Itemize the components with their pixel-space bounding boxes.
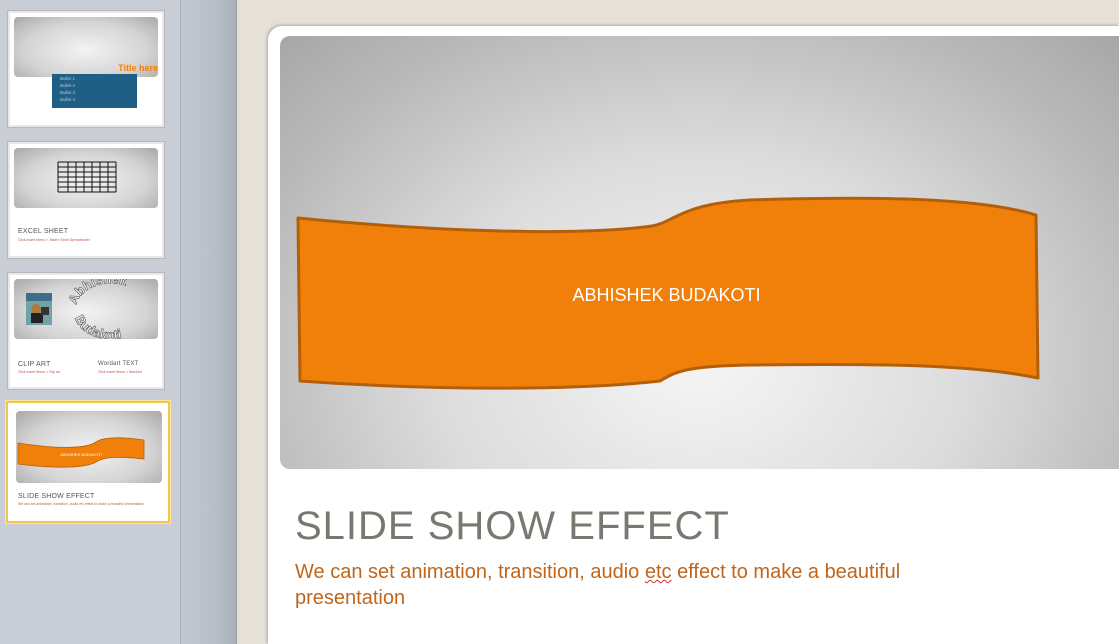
slide-thumbnail-1[interactable]: Title here Bullet 1 Bullet 2 Bullet 3 Bu… xyxy=(7,10,165,128)
thumbnail-3-caption-right: Wordart TEXT xyxy=(98,361,139,367)
thumbnail-1-bullet: Bullet 4 xyxy=(60,97,76,102)
misspelled-word: etc xyxy=(644,561,672,583)
thumbnail-4-subcaption: We can set animation, transition, audio … xyxy=(18,502,145,506)
thumbnail-2-caption: EXCEL SHEET xyxy=(18,228,69,235)
thumbnail-4-caption: SLIDE SHOW EFFECT xyxy=(18,493,95,500)
thumbnail-1-bullet: Bullet 1 xyxy=(60,76,76,81)
slide-thumbnail-3[interactable]: Abhishek Budakoti CLIP ART Click Insert … xyxy=(7,272,165,390)
thumbnail-1-bullet: Bullet 3 xyxy=(60,90,76,95)
thumbnail-2-subcaption: Click Insert Menu > Table> Excel Spreads… xyxy=(18,238,90,242)
thumbnail-4-banner-shape xyxy=(17,437,145,468)
thumbnail-4-banner-text: ABHISHEK BUDAKOTI xyxy=(60,452,102,457)
banner-text[interactable]: ABHISHEK BUDAKOTI xyxy=(280,285,1053,306)
wordart-curved-text: Abhishek Budakoti xyxy=(65,279,130,339)
thumbnail-1-bullet: Bullet 2 xyxy=(60,83,76,88)
slide-thumbnail-2[interactable]: EXCEL SHEET Click Insert Menu > Table> E… xyxy=(7,141,165,259)
slide-background-image: ABHISHEK BUDAKOTI xyxy=(280,36,1119,469)
svg-text:Abhishek: Abhishek xyxy=(65,279,129,306)
thumbnail-1-bullet-box: Bullet 1 Bullet 2 Bullet 3 Bullet 4 xyxy=(52,74,137,108)
thumbnail-3-subcaption-left: Click Insert Menu > Clip art xyxy=(18,370,61,374)
current-slide[interactable]: ABHISHEK BUDAKOTI SLIDE SHOW EFFECT We c… xyxy=(268,26,1119,644)
thumbnail-4-background: ABHISHEK BUDAKOTI xyxy=(16,411,162,483)
slide-thumbnail-pane: Title here Bullet 1 Bullet 2 Bullet 3 Bu… xyxy=(0,0,181,644)
thumbnail-3-subcaption-right: Click Insert Menu > WordArt xyxy=(98,370,142,374)
thumbnail-2-background xyxy=(14,148,158,208)
thumbnail-1-title: Title here xyxy=(118,63,158,73)
slide-title[interactable]: SLIDE SHOW EFFECT xyxy=(295,504,730,549)
spreadsheet-grid-icon xyxy=(57,161,117,193)
subtitle-text-part: We can set animation, transition, audio xyxy=(295,561,645,583)
wordart-bottom-text: Budakoti xyxy=(72,312,123,339)
thumbnail-3-background: Abhishek Budakoti xyxy=(14,279,158,339)
svg-text:Budakoti: Budakoti xyxy=(72,312,123,339)
thumbnail-3-caption-left: CLIP ART xyxy=(18,361,51,368)
slide-subtitle[interactable]: We can set animation, transition, audio … xyxy=(295,559,1015,611)
wordart-top-text: Abhishek xyxy=(65,279,130,306)
pane-splitter[interactable] xyxy=(181,0,237,644)
slide-thumbnail-4[interactable]: ABHISHEK BUDAKOTI SLIDE SHOW EFFECT We c… xyxy=(6,401,170,523)
orange-banner-shape[interactable] xyxy=(280,36,1119,469)
